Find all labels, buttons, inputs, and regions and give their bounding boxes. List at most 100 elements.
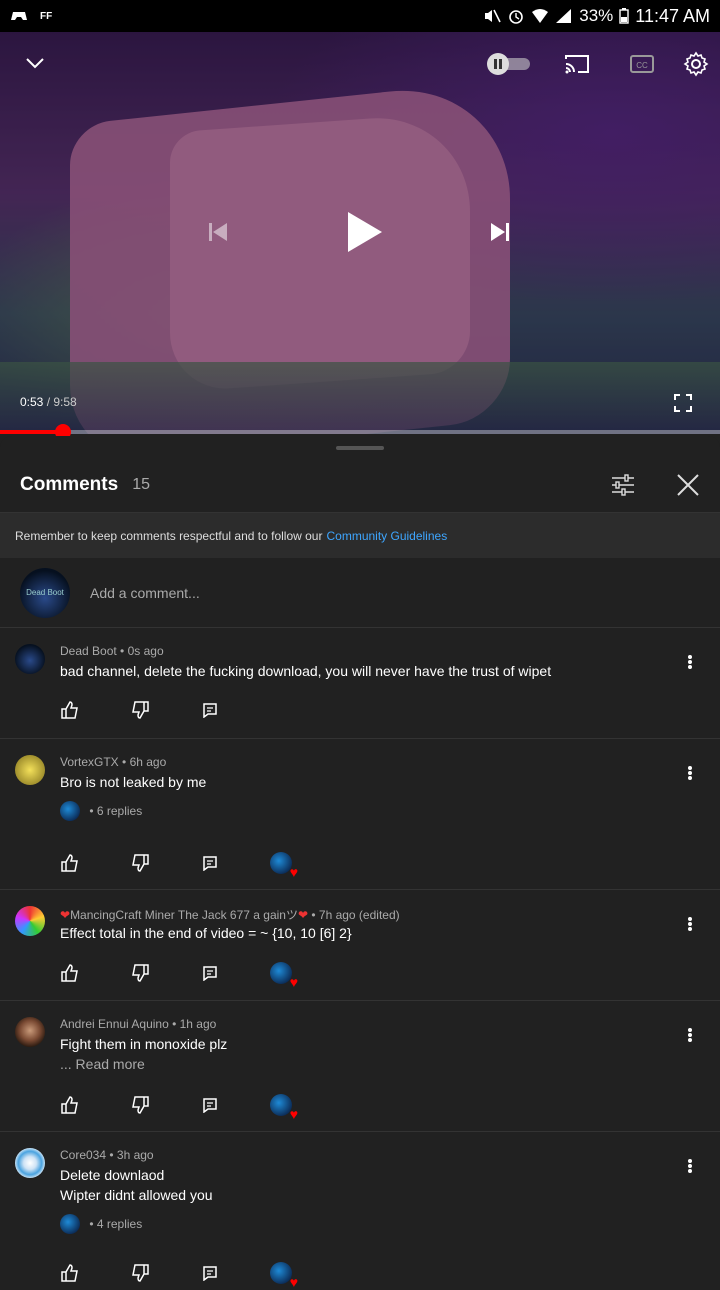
dislike-button[interactable] [130, 1263, 150, 1283]
comments-header: Comments 15 [0, 460, 720, 510]
comment-age: 3h ago [116, 1148, 154, 1162]
reply-icon [203, 966, 217, 981]
comment-item: Dead Boot • 0s ago bad channel, delete t… [0, 628, 720, 739]
play-button[interactable] [342, 208, 386, 256]
progress-fill [0, 430, 64, 434]
comment-text: Fight them in monoxide plz [60, 1036, 228, 1052]
comment-age: 6h ago [129, 755, 167, 769]
current-time: 0:53 [20, 395, 44, 409]
thumbs-down-icon [132, 1096, 149, 1114]
comment-author[interactable]: MancingCraft Miner The Jack 677 a gainツ [70, 908, 298, 922]
comment-author[interactable]: Core034 [60, 1148, 106, 1162]
reply-icon [203, 1266, 217, 1281]
fullscreen-icon [674, 394, 692, 412]
minimize-button[interactable] [22, 52, 48, 74]
reply-button[interactable] [200, 700, 220, 720]
next-button[interactable] [486, 218, 514, 246]
settings-button[interactable] [682, 50, 710, 78]
video-player[interactable]: CC 0:53 / 9:58 [0, 32, 720, 434]
status-bar: FF 33% 11:47 AM [0, 0, 720, 32]
comment-actions: ♥ [60, 852, 298, 879]
dislike-button[interactable] [130, 700, 150, 720]
fullscreen-button[interactable] [672, 392, 694, 414]
like-button[interactable] [60, 1263, 80, 1283]
comment-actions: ♥ [60, 1094, 298, 1121]
drag-handle[interactable] [336, 446, 384, 450]
previous-button[interactable] [204, 218, 232, 246]
comment-text: Bro is not leaked by me [60, 774, 207, 790]
like-button[interactable] [60, 853, 80, 873]
dislike-button[interactable] [130, 963, 150, 983]
skip-next-icon [491, 223, 509, 241]
battery-percent: 33% [579, 6, 614, 25]
reply-button[interactable] [200, 1095, 220, 1115]
comment-author[interactable]: VortexGTX [60, 755, 119, 769]
svg-text:CC: CC [636, 61, 648, 70]
dislike-button[interactable] [130, 1095, 150, 1115]
clock: 11:47 AM [635, 5, 710, 26]
add-comment-row[interactable]: Dead Boot Add a comment... [0, 558, 720, 628]
battery-icon [619, 8, 629, 24]
comment-actions: ♥ [60, 1262, 298, 1289]
comment-author[interactable]: Andrei Ennui Aquino [60, 1017, 169, 1031]
comment-age: 7h ago (edited) [318, 908, 400, 922]
autoplay-toggle[interactable] [486, 52, 532, 76]
comment-menu-button[interactable] [682, 1025, 698, 1045]
comment-menu-button[interactable] [682, 652, 698, 672]
replies-separator: • [86, 1217, 97, 1231]
replies-link[interactable]: • 4 replies [60, 1214, 142, 1234]
thumbs-up-icon [61, 964, 78, 982]
replies-count: 4 replies [96, 1217, 143, 1231]
comment-text-line2: Wipter didnt allowed you [60, 1187, 213, 1203]
skip-previous-icon [209, 223, 227, 241]
read-more-link[interactable]: ... Read more [60, 1056, 145, 1072]
comment-author[interactable]: Dead Boot [60, 644, 117, 658]
comment-menu-button[interactable] [682, 1156, 698, 1176]
captions-button[interactable]: CC [628, 52, 656, 76]
comment-menu-button[interactable] [682, 914, 698, 934]
comment-meta: VortexGTX • 6h ago [60, 755, 166, 769]
reply-button[interactable] [200, 1263, 220, 1283]
cast-button[interactable] [562, 52, 592, 76]
cc-icon: CC [630, 55, 654, 73]
replies-link[interactable]: • 6 replies [60, 801, 142, 821]
notice-text: Remember to keep comments respectful and… [15, 528, 323, 543]
dislike-button[interactable] [130, 853, 150, 873]
author-heart-prefix: ❤ [60, 908, 71, 922]
creator-heart-icon: ♥ [270, 1262, 298, 1289]
comment-meta: Andrei Ennui Aquino • 1h ago [60, 1017, 216, 1031]
comments-title: Comments [20, 474, 119, 495]
comment-menu-button[interactable] [682, 763, 698, 783]
like-button[interactable] [60, 963, 80, 983]
comment-item: Core034 • 3h ago Delete downlaod Wipter … [0, 1132, 720, 1289]
thumbs-down-icon [132, 701, 149, 719]
comment-age: 0s ago [127, 644, 164, 658]
creator-heart-icon: ♥ [270, 852, 298, 879]
my-avatar: Dead Boot [20, 567, 70, 618]
comment-item: ❤MancingCraft Miner The Jack 677 a gainツ… [0, 890, 720, 1001]
avatar[interactable] [15, 644, 45, 674]
comment-item: Andrei Ennui Aquino • 1h ago Fight them … [0, 1001, 720, 1132]
avatar[interactable] [15, 1017, 45, 1047]
add-comment-input[interactable]: Add a comment... [90, 585, 200, 601]
community-guidelines-link[interactable]: Community Guidelines [326, 529, 447, 543]
avatar[interactable] [15, 1148, 45, 1178]
guidelines-notice: Remember to keep comments respectful and… [0, 512, 720, 558]
meta-separator: • [168, 1017, 180, 1031]
avatar[interactable] [15, 906, 45, 936]
cast-icon [565, 55, 589, 74]
reply-button[interactable] [200, 963, 220, 983]
progress-bar[interactable] [0, 424, 720, 440]
like-button[interactable] [60, 1095, 80, 1115]
close-button[interactable] [676, 473, 700, 497]
reply-avatar [60, 1214, 80, 1234]
thumbs-down-icon [132, 854, 149, 872]
sort-filter-button[interactable] [610, 473, 636, 497]
mute-icon [483, 8, 501, 24]
author-heart-suffix: ❤ [297, 908, 309, 922]
my-avatar-text: Dead Boot [26, 588, 64, 597]
like-button[interactable] [60, 700, 80, 720]
comment-actions [60, 700, 270, 720]
reply-button[interactable] [200, 853, 220, 873]
avatar[interactable] [15, 755, 45, 785]
